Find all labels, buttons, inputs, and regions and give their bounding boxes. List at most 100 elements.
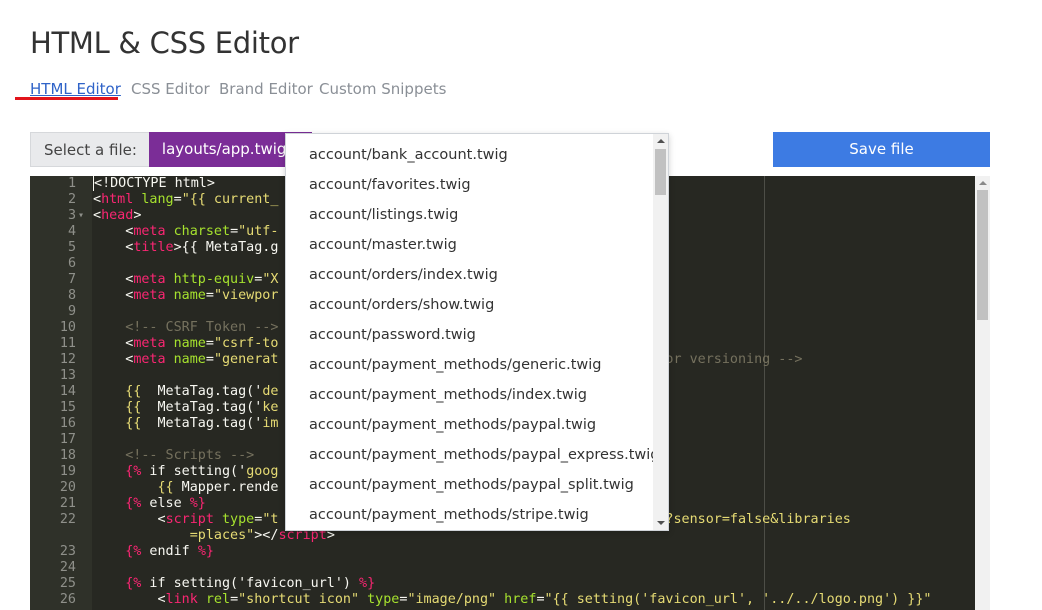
code-token: < — [93, 352, 134, 367]
code-token: Mapper.rende — [173, 480, 279, 495]
code-token: if setting(' — [141, 464, 247, 479]
code-line[interactable]: 25 {% if setting('favicon_url') %} — [30, 576, 975, 592]
code-token: script — [165, 512, 214, 527]
line-number: 7 — [67, 272, 76, 287]
line-number: 23 — [59, 544, 76, 559]
code-token: < — [93, 272, 134, 287]
code-token: else — [141, 496, 190, 511]
line-number: 24 — [59, 560, 76, 575]
code-token: "image/png" — [407, 592, 497, 607]
code-token: "csrf-to — [213, 336, 279, 351]
code-token: < — [93, 512, 166, 527]
code-token: meta — [133, 288, 166, 303]
code-token: {% — [93, 544, 142, 559]
code-text: {% if setting('favicon_url') %} — [93, 576, 375, 592]
line-number: 6 — [67, 256, 76, 271]
code-token: "X — [262, 272, 279, 287]
code-line[interactable]: 24 — [30, 560, 975, 576]
line-number: 13 — [59, 368, 76, 383]
code-token: > — [133, 208, 142, 223]
dropdown-item[interactable]: account/favorites.twig — [309, 177, 471, 193]
code-token: <!-- Scripts --> — [93, 448, 255, 463]
dropdown-item[interactable]: account/payment_methods/paypal_split.twi… — [309, 477, 634, 493]
code-token: "generat — [213, 352, 279, 367]
code-token: %} — [197, 544, 214, 559]
code-token: charset — [165, 224, 231, 239]
code-token: meta — [133, 272, 166, 287]
scrollbar-thumb[interactable] — [977, 190, 988, 320]
code-token: {{ — [93, 384, 142, 399]
code-token: meta — [133, 336, 166, 351]
code-token: < — [93, 592, 166, 607]
code-token: {{ — [93, 480, 174, 495]
file-dropdown-list: account/bank_account.twig account/favorit… — [285, 133, 669, 531]
code-token: = — [230, 224, 239, 239]
scroll-up-arrow-icon[interactable] — [657, 139, 665, 143]
code-text: {% endif %} — [93, 544, 214, 560]
dropdown-item[interactable]: account/payment_methods/stripe.twig — [309, 507, 589, 523]
line-number: 4 — [67, 224, 76, 239]
scroll-down-arrow-icon[interactable] — [657, 521, 665, 525]
dropdown-item[interactable]: account/payment_methods/generic.twig — [309, 357, 602, 373]
line-number: 12 — [59, 352, 76, 367]
code-token: {{ — [93, 416, 142, 431]
code-text: <!-- Scripts --> — [93, 448, 254, 464]
code-token: head — [101, 208, 134, 223]
code-token: link — [165, 592, 198, 607]
code-token: %} — [189, 496, 206, 511]
code-token: "{{ setting('favicon_url', '../../logo.p… — [544, 592, 932, 607]
code-token: meta — [133, 352, 166, 367]
code-token: = — [205, 352, 214, 367]
code-text: <meta name="csrf-to — [93, 336, 278, 352]
file-selector: Select a file: layouts/app.twig — [30, 132, 313, 167]
code-line[interactable]: 23 {% endif %} — [30, 544, 975, 560]
scrollbar-thumb[interactable] — [655, 149, 666, 195]
dropdown-item[interactable]: account/listings.twig — [309, 207, 458, 223]
tab-css-editor[interactable]: CSS Editor — [131, 80, 210, 98]
dropdown-scrollbar[interactable] — [653, 134, 668, 530]
dropdown-item[interactable]: account/payment_methods/index.twig — [309, 387, 587, 403]
fold-arrow-icon[interactable]: ▾ — [78, 208, 88, 224]
editor-scrollbar[interactable] — [975, 176, 990, 610]
line-number: 14 — [59, 384, 76, 399]
line-number: 10 — [59, 320, 76, 335]
dropdown-item[interactable]: account/bank_account.twig — [309, 147, 508, 163]
code-text: <!-- CSRF Token --> — [93, 320, 278, 336]
line-number: 17 — [59, 432, 76, 447]
line-number: 5 — [67, 240, 76, 255]
line-number: 25 — [59, 576, 76, 591]
code-line[interactable]: 26 <link rel="shortcut icon" type="image… — [30, 592, 975, 608]
dropdown-item[interactable]: account/password.twig — [309, 327, 476, 343]
line-number: 18 — [59, 448, 76, 463]
line-number: 11 — [59, 336, 76, 351]
code-text: <html lang="{{ current_ — [93, 192, 278, 208]
code-token: {% — [93, 496, 142, 511]
tab-brand-editor[interactable]: Brand Editor — [219, 80, 313, 98]
dropdown-item[interactable]: account/payment_methods/paypal_express.t… — [309, 447, 659, 463]
code-token: rel — [197, 592, 231, 607]
code-token: "viewpor — [213, 288, 279, 303]
dropdown-item[interactable]: account/orders/show.twig — [309, 297, 494, 313]
code-token: < — [93, 208, 102, 223]
code-token: html — [101, 192, 134, 207]
code-token: endif — [141, 544, 198, 559]
code-token: name — [165, 288, 206, 303]
line-number: 16 — [59, 416, 76, 431]
code-token: = — [205, 336, 214, 351]
code-token: MetaTag.tag(' — [141, 384, 263, 399]
code-text: {{ MetaTag.tag('de — [93, 384, 278, 400]
tab-html-editor[interactable]: HTML Editor — [30, 80, 121, 98]
dropdown-item[interactable]: account/master.twig — [309, 237, 457, 253]
code-token: ></ — [254, 528, 279, 543]
save-file-button[interactable]: Save file — [773, 132, 990, 167]
code-text: <head> — [93, 208, 141, 224]
dropdown-item[interactable]: account/payment_methods/paypal.twig — [309, 417, 596, 433]
scroll-up-arrow-icon[interactable] — [979, 181, 987, 185]
code-token: http-equiv — [165, 272, 255, 287]
code-token: "{{ current_ — [181, 192, 279, 207]
dropdown-item[interactable]: account/orders/index.twig — [309, 267, 498, 283]
code-token: %} — [359, 576, 376, 591]
code-text: {{ MetaTag.tag('ke — [93, 400, 278, 416]
page-title: HTML & CSS Editor — [30, 26, 299, 60]
tab-custom-snippets[interactable]: Custom Snippets — [319, 80, 446, 98]
